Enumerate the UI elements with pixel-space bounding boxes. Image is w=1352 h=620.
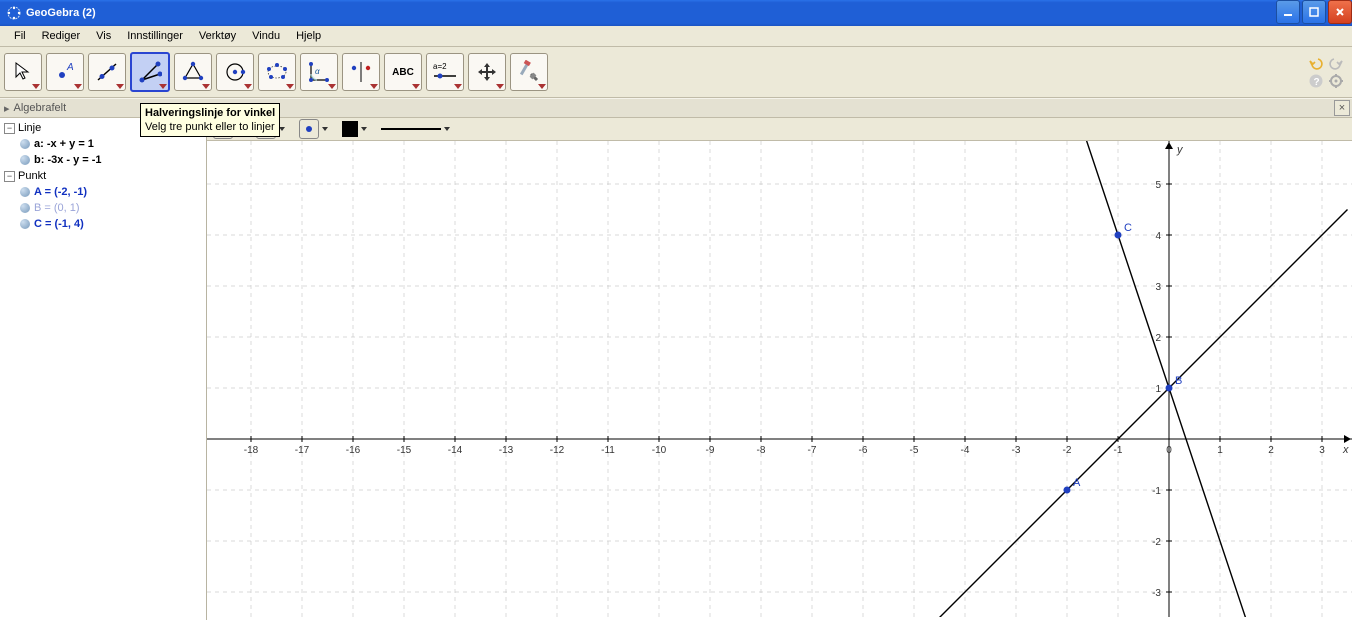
svg-text:A: A	[1073, 477, 1081, 489]
svg-text:-1: -1	[1152, 486, 1161, 497]
panel-title: Algebrafelt	[14, 102, 67, 114]
tool-angle[interactable]: α	[300, 53, 338, 91]
svg-text:-11: -11	[601, 445, 615, 456]
tool-conic[interactable]	[258, 53, 296, 91]
menubar: Fil Rediger Vis Innstillinger Verktøy Vi…	[0, 26, 1352, 47]
menu-vis[interactable]: Vis	[88, 28, 119, 44]
close-button[interactable]	[1328, 0, 1352, 24]
svg-text:-6: -6	[859, 445, 868, 456]
tool-move-view[interactable]	[468, 53, 506, 91]
svg-text:-4: -4	[961, 445, 970, 456]
svg-text:-5: -5	[910, 445, 919, 456]
toolbar: A α ABC a=2 ?	[0, 47, 1352, 98]
app-icon	[6, 5, 22, 21]
svg-text:2: 2	[1268, 445, 1274, 456]
svg-text:0: 0	[1166, 445, 1172, 456]
undo-icon[interactable]	[1308, 55, 1324, 71]
maximize-button[interactable]	[1302, 0, 1326, 24]
svg-text:3: 3	[1155, 282, 1161, 293]
help-icon[interactable]: ?	[1308, 73, 1324, 89]
tree-item-line-b[interactable]: b: -3x - y = -1	[20, 152, 202, 168]
tree-item-line-a[interactable]: a: -x + y = 1	[20, 136, 202, 152]
svg-text:4: 4	[1155, 231, 1161, 242]
svg-text:x: x	[1342, 444, 1349, 456]
redo-icon[interactable]	[1328, 55, 1344, 71]
svg-text:3: 3	[1319, 445, 1325, 456]
svg-text:-17: -17	[295, 445, 310, 456]
svg-text:-13: -13	[499, 445, 514, 456]
tooltip-body: Velg tre punkt eller to linjer	[145, 120, 275, 134]
svg-text:-12: -12	[550, 445, 565, 456]
svg-text:-2: -2	[1152, 537, 1161, 548]
menu-rediger[interactable]: Rediger	[34, 28, 89, 44]
window-title: GeoGebra (2)	[26, 7, 96, 19]
svg-text:-8: -8	[757, 445, 766, 456]
settings-icon[interactable]	[1328, 73, 1344, 89]
svg-text:-1: -1	[1114, 445, 1123, 456]
tool-line-two-points[interactable]	[88, 53, 126, 91]
svg-text:-2: -2	[1063, 445, 1072, 456]
menu-hjelp[interactable]: Hjelp	[288, 28, 329, 44]
tool-options[interactable]	[510, 53, 548, 91]
algebra-sidebar: −Linje a: -x + y = 1 b: -3x - y = -1 −Pu…	[0, 118, 207, 620]
tool-text[interactable]: ABC	[384, 53, 422, 91]
color-picker[interactable]	[342, 121, 367, 137]
svg-text:-14: -14	[448, 445, 463, 456]
menu-verktoy[interactable]: Verktøy	[191, 28, 244, 44]
svg-text:y: y	[1176, 144, 1184, 156]
svg-text:-3: -3	[1012, 445, 1021, 456]
tool-move[interactable]	[4, 53, 42, 91]
tree-item-point-a[interactable]: A = (-2, -1)	[20, 184, 202, 200]
tool-angle-bisector[interactable]	[130, 52, 170, 92]
svg-text:1: 1	[1155, 384, 1161, 395]
svg-text:-10: -10	[652, 445, 667, 456]
menu-vindu[interactable]: Vindu	[244, 28, 288, 44]
menu-fil[interactable]: Fil	[6, 28, 34, 44]
tool-tooltip: Halveringslinje for vinkel Velg tre punk…	[140, 103, 280, 137]
minimize-button[interactable]	[1276, 0, 1300, 24]
menu-innstillinger[interactable]: Innstillinger	[119, 28, 191, 44]
tree-item-point-c[interactable]: C = (-1, 4)	[20, 216, 202, 232]
svg-text:-15: -15	[397, 445, 412, 456]
tooltip-title: Halveringslinje for vinkel	[145, 106, 275, 120]
svg-text:-7: -7	[808, 445, 817, 456]
svg-text:5: 5	[1155, 180, 1161, 191]
panel-toggle-icon[interactable]: ▸	[0, 102, 14, 115]
svg-text:2: 2	[1155, 333, 1161, 344]
svg-text:a=2: a=2	[433, 62, 447, 71]
tree-item-point-b[interactable]: B = (0, 1)	[20, 200, 202, 216]
line-style[interactable]	[381, 127, 450, 131]
style-bar	[207, 118, 1352, 141]
graphics-canvas[interactable]: -18-17-16-15-14-13-12-11-10-9-8-7-6-5-4-…	[207, 141, 1352, 620]
svg-text:B: B	[1175, 375, 1182, 387]
svg-text:-9: -9	[706, 445, 715, 456]
svg-text:α: α	[315, 67, 320, 76]
tool-polygon[interactable]	[174, 53, 212, 91]
titlebar: GeoGebra (2)	[0, 0, 1352, 26]
tool-slider[interactable]: a=2	[426, 53, 464, 91]
graphics-view: -18-17-16-15-14-13-12-11-10-9-8-7-6-5-4-…	[207, 118, 1352, 620]
svg-text:A: A	[66, 62, 74, 73]
svg-text:-16: -16	[346, 445, 361, 456]
tool-point[interactable]: A	[46, 53, 84, 91]
tool-reflect[interactable]	[342, 53, 380, 91]
svg-text:-3: -3	[1152, 588, 1161, 599]
tree-group-punkt[interactable]: −Punkt	[4, 168, 202, 184]
svg-text:C: C	[1124, 222, 1132, 234]
svg-text:?: ?	[1314, 77, 1320, 88]
panel-close-icon[interactable]: ×	[1334, 100, 1350, 116]
point-style[interactable]	[299, 119, 328, 139]
svg-text:-18: -18	[244, 445, 259, 456]
svg-text:1: 1	[1217, 445, 1223, 456]
tool-circle-center-point[interactable]	[216, 53, 254, 91]
